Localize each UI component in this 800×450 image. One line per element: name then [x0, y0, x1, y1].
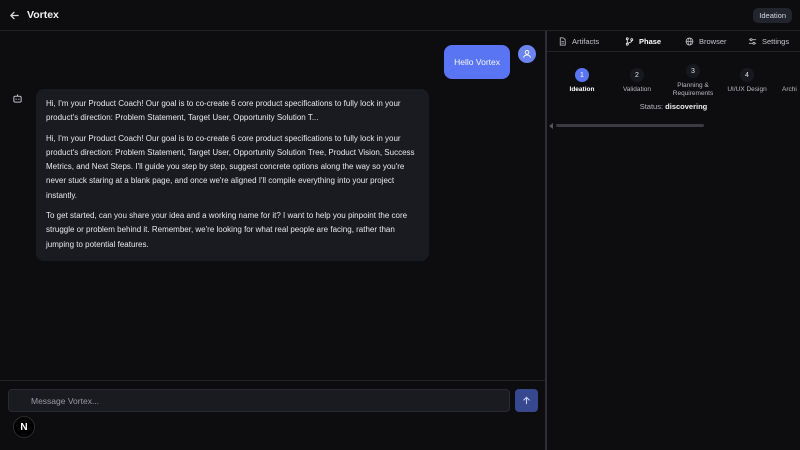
phase-step-uiux[interactable]: 4 UI/UX Design — [717, 68, 777, 94]
file-icon — [559, 37, 566, 46]
scrollbar-thumb[interactable] — [556, 124, 704, 127]
step-number: 2 — [630, 68, 644, 82]
sliders-icon — [748, 38, 757, 45]
tab-label: Settings — [762, 37, 790, 46]
phase-step-ideation[interactable]: 1 Ideation — [552, 68, 612, 94]
composer — [0, 380, 545, 450]
step-label: Validation — [622, 86, 652, 93]
user-icon — [523, 50, 531, 58]
tab-browser[interactable]: Browser — [685, 31, 727, 52]
bot-icon — [11, 92, 24, 105]
app-title: Vortex — [27, 9, 59, 21]
top-bar: Vortex Ideation — [0, 0, 800, 31]
arrow-up-icon — [523, 396, 530, 405]
message-input[interactable] — [8, 389, 510, 412]
globe-icon — [685, 37, 694, 46]
tab-label: Phase — [639, 37, 662, 46]
phase-badge: Ideation — [753, 8, 792, 23]
status-label: Status: — [639, 102, 664, 111]
steps-scrollbar[interactable] — [549, 123, 798, 129]
next-logo-badge[interactable]: N — [13, 416, 35, 438]
user-message-row: Hello Vortex — [444, 45, 536, 79]
panel-tabs: Artifacts Phase Browser Settings — [547, 31, 800, 52]
user-avatar — [518, 45, 536, 63]
step-number: 3 — [686, 64, 700, 78]
bot-message-paragraph: Hi, I'm your Product Coach! Our goal is … — [46, 133, 415, 200]
tab-artifacts[interactable]: Artifacts — [558, 31, 599, 52]
status-value: discovering — [665, 102, 708, 111]
bot-message-preview: Hi, I'm your Product Coach! Our goal is … — [46, 99, 401, 123]
step-label: Ideation — [569, 86, 595, 93]
bot-message-paragraph: To get started, can you share your idea … — [46, 211, 408, 249]
phase-status: Status: discovering — [547, 102, 800, 111]
back-arrow-icon[interactable] — [8, 9, 20, 21]
user-message-bubble: Hello Vortex — [444, 45, 510, 79]
phase-step-architecture[interactable]: Archi — [771, 68, 800, 94]
git-branch-icon — [625, 37, 634, 46]
step-number: 4 — [740, 68, 754, 82]
phase-step-planning[interactable]: 3 Planning & Requirements — [663, 64, 723, 98]
phase-step-validation[interactable]: 2 Validation — [607, 68, 667, 94]
step-label: Planning & Requirements — [672, 82, 714, 97]
tab-settings[interactable]: Settings — [748, 31, 789, 52]
step-number: 1 — [575, 68, 589, 82]
tab-phase[interactable]: Phase — [625, 31, 661, 52]
step-label: UI/UX Design — [727, 86, 767, 93]
scroll-left-icon[interactable] — [549, 123, 553, 129]
step-label: Archi — [782, 86, 797, 93]
bot-message-bubble: Hi, I'm your Product Coach! Our goal is … — [36, 89, 429, 261]
tab-label: Browser — [699, 37, 727, 46]
tab-label: Artifacts — [572, 37, 600, 46]
send-button[interactable] — [515, 389, 538, 412]
side-panel: Artifacts Phase Browser Settings 1 Ideat… — [547, 31, 800, 450]
